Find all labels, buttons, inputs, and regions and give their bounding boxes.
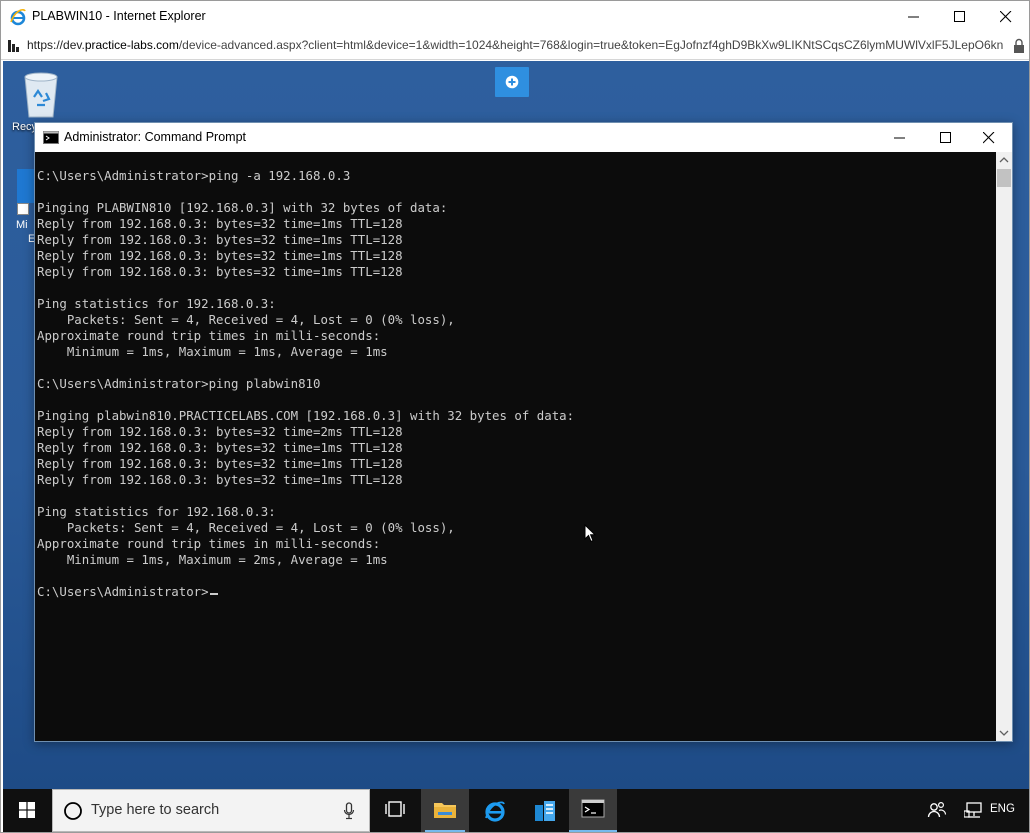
taskbar-server-manager[interactable] — [521, 789, 569, 832]
console-line: C:\Users\Administrator> — [37, 584, 574, 600]
internet-explorer-icon — [10, 8, 26, 26]
search-icon — [64, 802, 82, 820]
ie-minimize-button[interactable] — [891, 1, 937, 32]
ie-window-title: PLABWIN10 - Internet Explorer — [32, 9, 206, 23]
taskbar-file-explorer[interactable] — [421, 789, 469, 832]
microphone-icon[interactable] — [343, 802, 355, 820]
console-line: Ping statistics for 192.168.0.3: — [37, 296, 276, 311]
taskbar: Type here to search ENG — [3, 789, 1029, 832]
console-line: Ping statistics for 192.168.0.3: — [37, 504, 276, 519]
search-placeholder: Type here to search — [91, 802, 220, 818]
start-button[interactable] — [3, 789, 51, 832]
console-line: Reply from 192.168.0.3: bytes=32 time=1m… — [37, 440, 403, 455]
console-line: Pinging PLABWIN810 [192.168.0.3] with 32… — [37, 200, 448, 215]
console-line: Reply from 192.168.0.3: bytes=32 time=1m… — [37, 248, 403, 263]
close-icon — [1000, 11, 1012, 23]
url-host: practice-labs.com — [84, 38, 179, 52]
taskbar-search[interactable]: Type here to search — [52, 789, 370, 832]
console-line: C:\Users\Administrator>ping -a 192.168.0… — [37, 168, 351, 183]
cmd-close-button[interactable] — [966, 123, 1012, 152]
text-cursor — [209, 593, 218, 595]
ie-close-button[interactable] — [983, 1, 1029, 32]
console-text: C:\Users\Administrator>ping -a 192.168.0… — [37, 168, 574, 600]
task-view-button[interactable] — [371, 789, 419, 832]
ie-maximize-button[interactable] — [937, 1, 983, 32]
task-view-icon — [385, 801, 405, 817]
shortcut-arrow-icon — [17, 203, 29, 215]
console-line: C:\Users\Administrator>ping plabwin810 — [37, 376, 321, 391]
running-indicator — [425, 830, 465, 832]
console-line: Packets: Sent = 4, Received = 4, Lost = … — [37, 312, 455, 327]
console-line: Minimum = 1ms, Maximum = 2ms, Average = … — [37, 552, 388, 567]
folder-icon — [434, 803, 456, 818]
console-line: Minimum = 1ms, Maximum = 1ms, Average = … — [37, 344, 388, 359]
mouse-pointer-icon — [584, 524, 596, 543]
console-line: Approximate round trip times in milli-se… — [37, 536, 381, 551]
console-output[interactable]: C:\Users\Administrator>ping -a 192.168.0… — [35, 152, 996, 741]
cmd-titlebar[interactable]: Administrator: Command Prompt — [35, 123, 1012, 152]
active-indicator — [569, 830, 617, 832]
maximize-icon — [940, 132, 951, 143]
console-line: Reply from 192.168.0.3: bytes=32 time=1m… — [37, 472, 403, 487]
network-icon[interactable] — [964, 801, 984, 819]
language-indicator[interactable]: ENG — [990, 803, 1015, 815]
scroll-down-icon[interactable] — [996, 724, 1012, 741]
scroll-up-icon[interactable] — [996, 152, 1012, 169]
minimize-icon — [894, 137, 905, 139]
console-line: Reply from 192.168.0.3: bytes=32 time=2m… — [37, 424, 403, 439]
ie-titlebar: PLABWIN10 - Internet Explorer — [1, 1, 1029, 32]
console-line: Approximate round trip times in milli-se… — [37, 328, 381, 343]
recycle-bin-icon[interactable] — [19, 71, 63, 119]
lock-icon[interactable] — [1013, 38, 1025, 54]
console-line: Pinging plabwin810.PRACTICELABS.COM [192… — [37, 408, 575, 423]
console-scrollbar[interactable] — [996, 152, 1012, 741]
console-line: Packets: Sent = 4, Received = 4, Lost = … — [37, 520, 455, 535]
url-prefix: https://dev. — [27, 38, 85, 52]
ie-window: PLABWIN10 - Internet Explorer https://de… — [0, 0, 1030, 833]
console-line: Reply from 192.168.0.3: bytes=32 time=1m… — [37, 216, 403, 231]
console-line: Reply from 192.168.0.3: bytes=32 time=1m… — [37, 232, 403, 247]
command-prompt-window[interactable]: Administrator: Command Prompt C:\Users\A… — [34, 122, 1013, 742]
site-favicon-icon — [6, 38, 21, 54]
plus-circle-icon — [505, 75, 519, 89]
scrollbar-thumb[interactable] — [997, 169, 1011, 187]
session-menu-button[interactable] — [495, 67, 529, 97]
remote-desktop: Recy Mi E Administrator: Command Prompt — [3, 61, 1029, 789]
command-prompt-icon — [581, 799, 605, 818]
command-prompt-icon — [43, 131, 59, 144]
desktop-icon-label: Mi — [16, 219, 28, 231]
internet-explorer-icon — [485, 801, 505, 822]
cmd-maximize-button[interactable] — [923, 123, 969, 152]
people-icon[interactable] — [927, 800, 947, 820]
console-line: Reply from 192.168.0.3: bytes=32 time=1m… — [37, 264, 403, 279]
cmd-minimize-button[interactable] — [877, 123, 923, 152]
url-path: /device-advanced.aspx?client=html&device… — [178, 38, 1004, 52]
minimize-icon — [908, 16, 919, 18]
taskbar-command-prompt[interactable] — [569, 789, 617, 832]
console-line: Reply from 192.168.0.3: bytes=32 time=1m… — [37, 456, 403, 471]
windows-logo-icon — [19, 802, 35, 818]
maximize-icon — [954, 11, 965, 22]
server-manager-icon — [535, 801, 555, 821]
address-bar[interactable]: https://dev.practice-labs.com/device-adv… — [1, 32, 1029, 60]
address-url[interactable]: https://dev.practice-labs.com/device-adv… — [27, 38, 1009, 52]
cmd-window-title: Administrator: Command Prompt — [64, 130, 247, 144]
close-icon — [983, 132, 995, 144]
taskbar-internet-explorer[interactable] — [471, 789, 519, 832]
